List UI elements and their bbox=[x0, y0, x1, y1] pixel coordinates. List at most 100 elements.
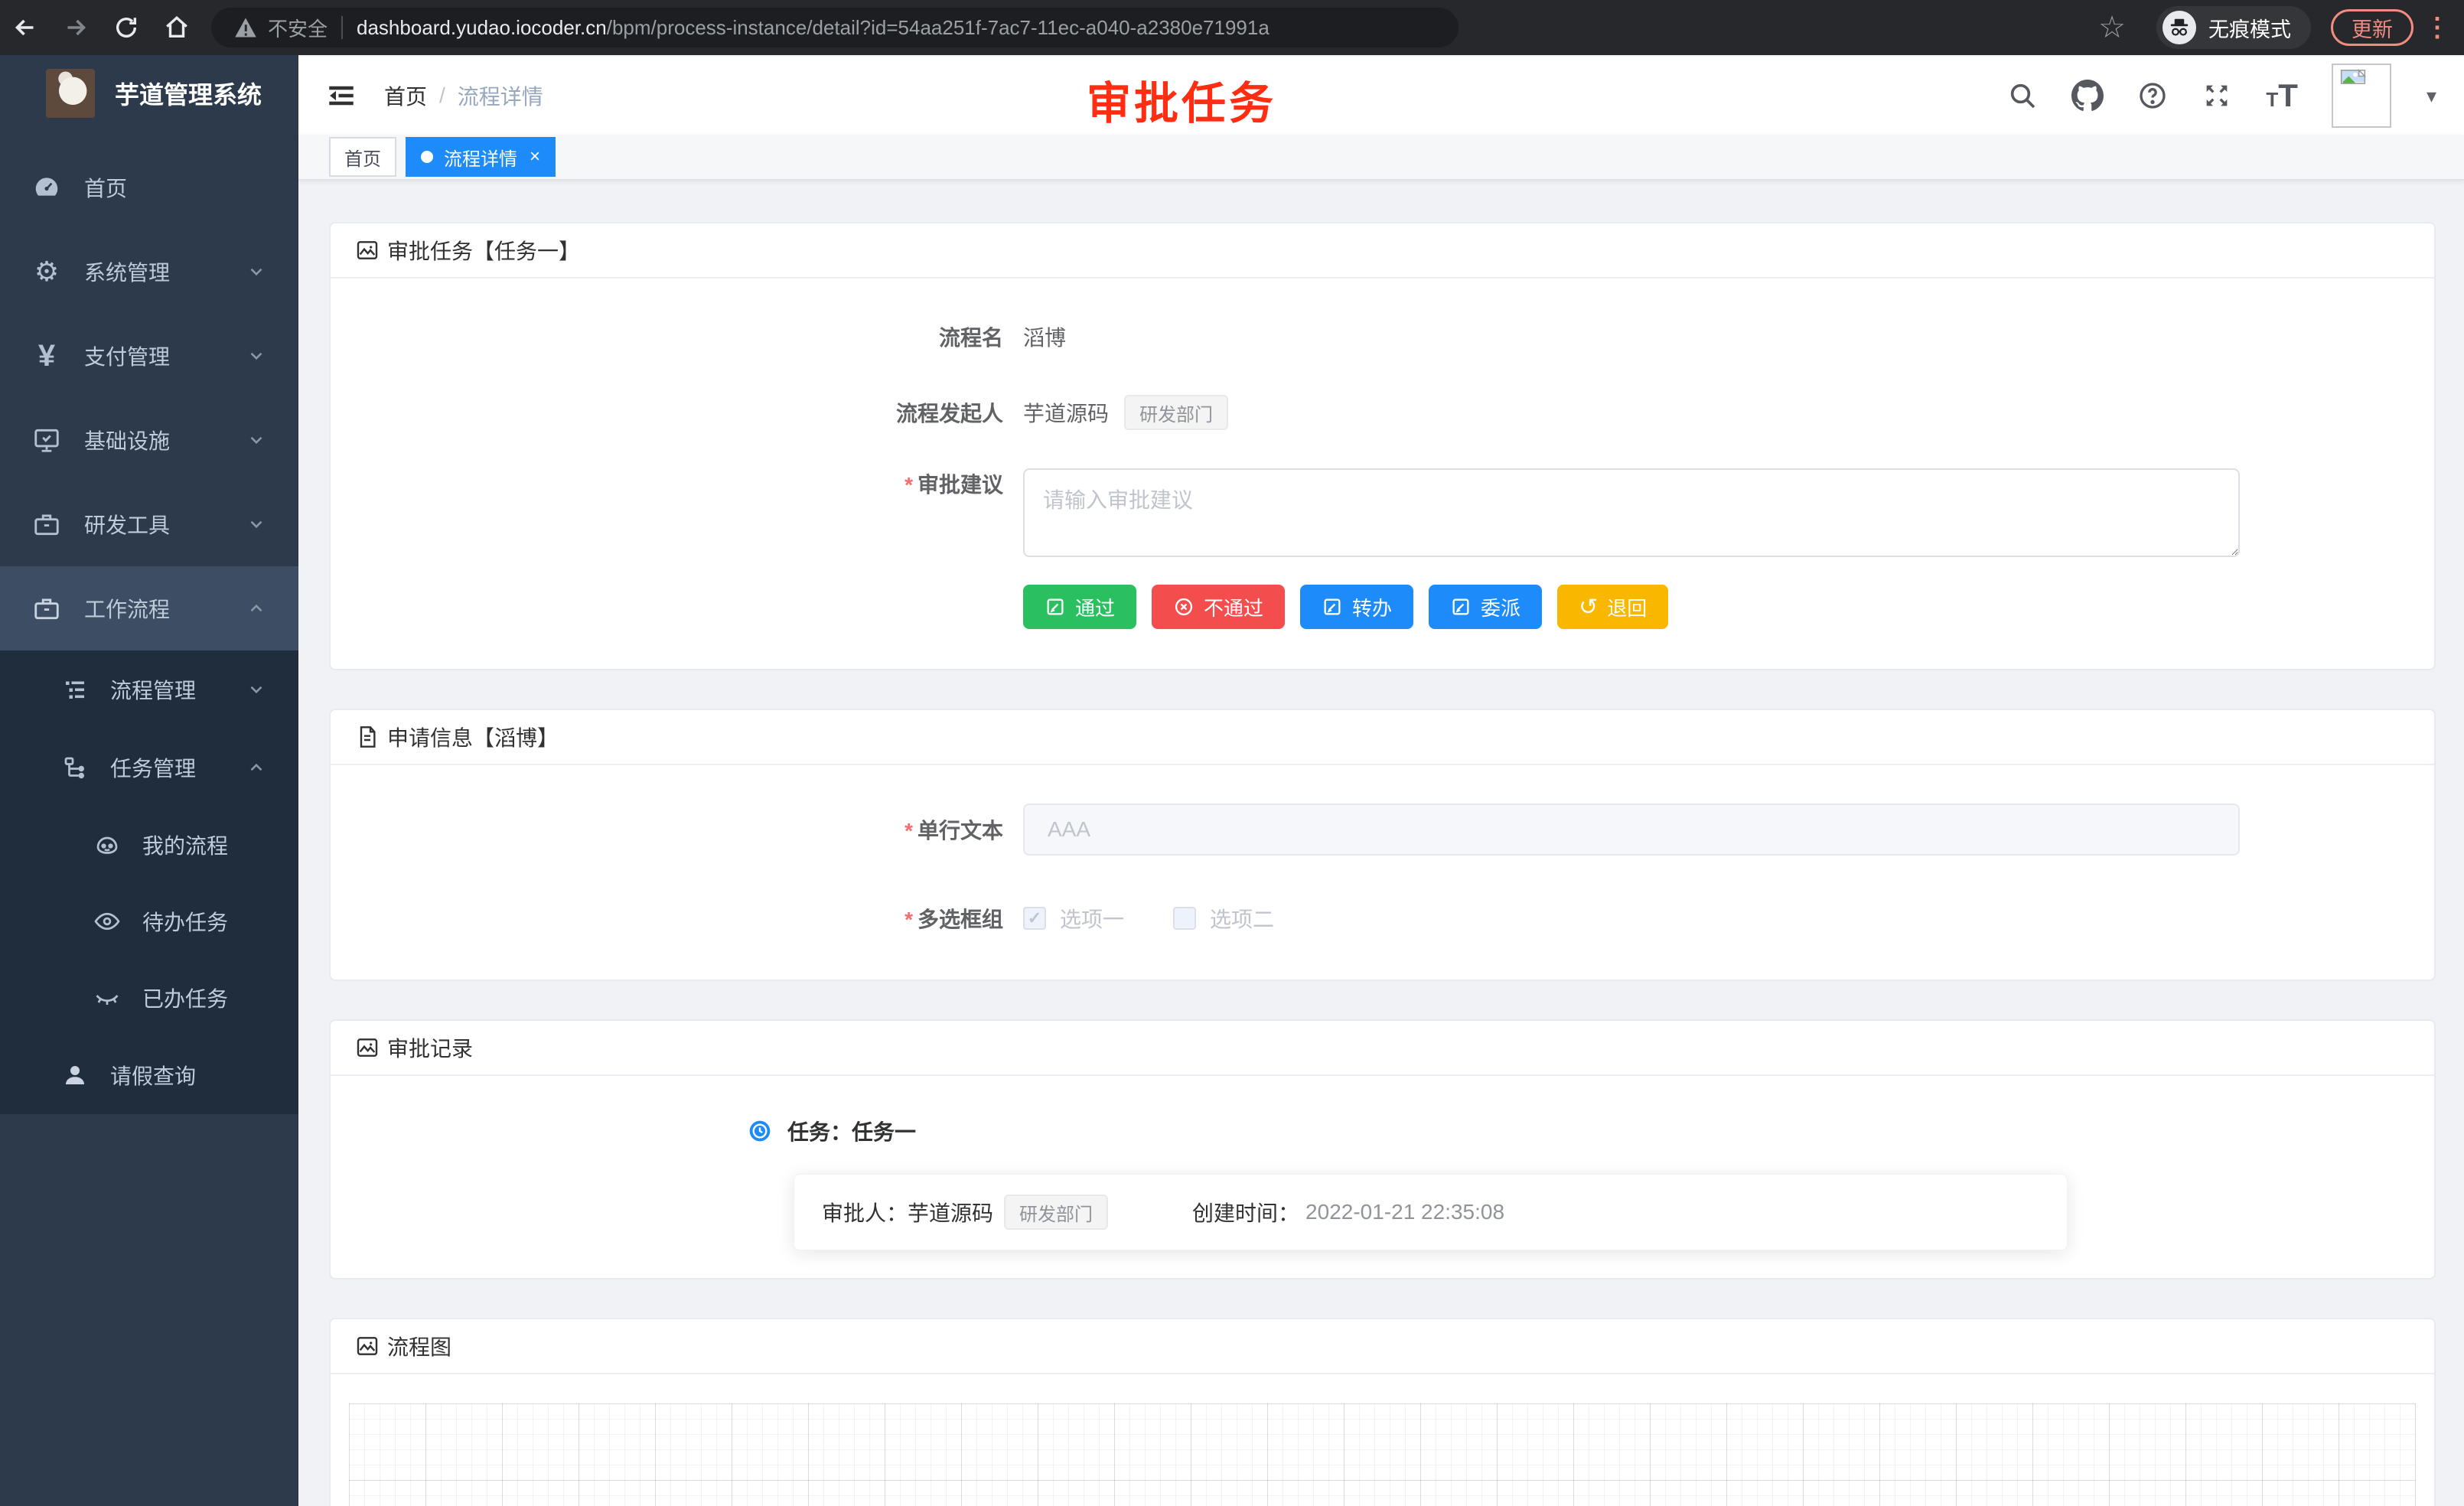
sidebar-item-label: 首页 bbox=[84, 172, 127, 203]
chevron-up-icon bbox=[246, 598, 266, 618]
process-name-label: 流程名 bbox=[331, 321, 1023, 352]
card-title: 审批任务【任务一】 bbox=[387, 235, 580, 266]
sidebar-item-system[interactable]: ⚙ 系统管理 bbox=[0, 230, 298, 314]
card-title: 申请信息【滔博】 bbox=[387, 722, 559, 752]
diagram-card-header: 流程图 bbox=[331, 1319, 2434, 1374]
security-label[interactable]: 不安全 bbox=[268, 14, 328, 42]
sidebar-item-task-mgmt[interactable]: 任务管理 bbox=[0, 729, 298, 807]
breadcrumb-current: 流程详情 bbox=[458, 80, 543, 111]
main-content: 审批任务【任务一】 流程名 滔博 流程发起人 芋道源码 研发部门 *审批建议 bbox=[298, 181, 2464, 1506]
suggestion-textarea[interactable] bbox=[1023, 468, 2240, 557]
circle-close-icon bbox=[1173, 596, 1195, 618]
return-button[interactable]: ↺ 退回 bbox=[1557, 585, 1668, 629]
card-title: 审批记录 bbox=[387, 1032, 473, 1063]
sidebar: 芋道管理系统 首页 ⚙ 系统管理 ¥ 支付管理 基础设施 研发工具 工 bbox=[0, 55, 298, 1506]
created-label: 创建时间： bbox=[1192, 1197, 1299, 1227]
user-icon bbox=[61, 1061, 89, 1089]
help-icon[interactable] bbox=[2137, 80, 2168, 111]
approve-button[interactable]: 通过 bbox=[1023, 585, 1136, 629]
tab-dot bbox=[421, 151, 433, 163]
sidebar-item-process-mgmt[interactable]: 流程管理 bbox=[0, 650, 298, 729]
tab-close-icon[interactable]: × bbox=[530, 146, 540, 168]
breadcrumb-home[interactable]: 首页 bbox=[384, 80, 427, 111]
sidebar-item-my-process[interactable]: 我的流程 bbox=[0, 807, 298, 883]
sidebar-item-payment[interactable]: ¥ 支付管理 bbox=[0, 314, 298, 398]
face-icon bbox=[93, 831, 121, 859]
avatar[interactable] bbox=[2332, 64, 2391, 128]
sidebar-item-workflow[interactable]: 工作流程 bbox=[0, 566, 298, 650]
sidebar-item-todo-tasks[interactable]: 待办任务 bbox=[0, 883, 298, 960]
bookmark-star-icon[interactable]: ☆ bbox=[2098, 10, 2126, 45]
tab-process-detail[interactable]: 流程详情 × bbox=[406, 137, 556, 177]
toolbox-icon bbox=[32, 510, 61, 539]
back-icon[interactable] bbox=[0, 0, 51, 55]
reject-button[interactable]: 不通过 bbox=[1152, 585, 1285, 629]
bpmn-canvas[interactable] bbox=[349, 1403, 2416, 1506]
org-tree-icon bbox=[61, 754, 89, 781]
fullscreen-icon[interactable] bbox=[2202, 80, 2232, 111]
sidebar-item-done-tasks[interactable]: 已办任务 bbox=[0, 960, 298, 1036]
apply-info-card: 申请信息【滔博】 *单行文本 AAA *多选框组 ✓ 选项一 ✓ 选项二 bbox=[329, 709, 2436, 981]
clock-icon bbox=[748, 1119, 772, 1143]
initiator-label: 流程发起人 bbox=[331, 397, 1023, 428]
broken-image-icon bbox=[2335, 67, 2371, 103]
chevron-down-icon bbox=[246, 346, 266, 366]
picture-icon bbox=[355, 1334, 380, 1358]
home-icon[interactable] bbox=[152, 0, 202, 55]
picture-icon bbox=[355, 238, 380, 262]
update-button[interactable]: 更新 bbox=[2331, 9, 2413, 46]
checkbox-icon: ✓ bbox=[1173, 907, 1196, 930]
dept-tag: 研发部门 bbox=[1124, 395, 1228, 430]
caret-down-icon[interactable]: ▾ bbox=[2427, 84, 2436, 108]
app-logo[interactable]: 芋道管理系统 bbox=[0, 55, 298, 132]
incognito-label: 无痕模式 bbox=[2208, 13, 2291, 43]
forward-icon[interactable] bbox=[51, 0, 101, 55]
approval-card-header: 审批任务【任务一】 bbox=[331, 223, 2434, 279]
reload-icon[interactable] bbox=[101, 0, 152, 55]
gear-icon: ⚙ bbox=[32, 256, 61, 288]
created-value: 2022-01-21 22:35:08 bbox=[1305, 1200, 1504, 1224]
github-icon[interactable] bbox=[2071, 80, 2104, 112]
tags-view: 首页 流程详情 × bbox=[298, 135, 2464, 181]
checkbox-option-1[interactable]: ✓ 选项一 bbox=[1023, 903, 1124, 934]
process-name-value: 滔博 bbox=[1023, 321, 1066, 352]
omnibox-divider bbox=[341, 16, 343, 39]
search-icon[interactable] bbox=[2007, 80, 2038, 111]
url-text[interactable]: dashboard.yudao.iocoder.cn/bpm/process-i… bbox=[357, 16, 1269, 40]
sidebar-item-devtools[interactable]: 研发工具 bbox=[0, 482, 298, 566]
font-size-icon[interactable]: TT bbox=[2266, 77, 2298, 114]
sidebar-item-home[interactable]: 首页 bbox=[0, 145, 298, 230]
process-diagram-card: 流程图 bbox=[329, 1318, 2436, 1506]
eye-icon bbox=[93, 908, 121, 935]
card-title: 流程图 bbox=[387, 1331, 451, 1361]
edit-icon bbox=[1450, 596, 1472, 618]
dept-tag: 研发部门 bbox=[1004, 1195, 1108, 1230]
apply-card-header: 申请信息【滔博】 bbox=[331, 710, 2434, 765]
record-card-header: 审批记录 bbox=[331, 1021, 2434, 1076]
checkbox-option-2[interactable]: ✓ 选项二 bbox=[1173, 903, 1274, 934]
url-bar[interactable]: 不安全 dashboard.yudao.iocoder.cn/bpm/proce… bbox=[211, 8, 1459, 47]
record-item: 审批人： 芋道源码 研发部门 创建时间： 2022-01-21 22:35:08 bbox=[794, 1174, 2068, 1250]
sidebar-collapse-icon[interactable] bbox=[320, 74, 363, 117]
browser-toolbar: 不安全 dashboard.yudao.iocoder.cn/bpm/proce… bbox=[0, 0, 2464, 55]
chevron-down-icon bbox=[246, 514, 266, 534]
delegate-button[interactable]: 委派 bbox=[1429, 585, 1542, 629]
picture-icon bbox=[355, 1035, 380, 1060]
chevron-down-icon bbox=[246, 680, 266, 699]
browser-menu-icon[interactable]: ⋮ bbox=[2424, 12, 2450, 43]
annotation-approval-task: 审批任务 bbox=[1087, 67, 1276, 132]
approver-label: 审批人： bbox=[822, 1197, 908, 1227]
edit-icon bbox=[1045, 596, 1066, 618]
checkbox-icon: ✓ bbox=[1023, 907, 1046, 930]
transfer-button[interactable]: 转办 bbox=[1300, 585, 1413, 629]
dashboard-icon bbox=[32, 173, 61, 202]
sidebar-item-leave-query[interactable]: 请假查询 bbox=[0, 1036, 298, 1114]
briefcase-icon bbox=[32, 594, 61, 623]
checkbox-group: ✓ 选项一 ✓ 选项二 bbox=[1023, 903, 1323, 934]
task-title: 任务：任务一 bbox=[787, 1116, 916, 1146]
text-field-input[interactable]: AAA bbox=[1023, 804, 2240, 856]
tab-home[interactable]: 首页 bbox=[329, 137, 396, 177]
incognito-icon bbox=[2163, 11, 2196, 44]
sidebar-item-infra[interactable]: 基础设施 bbox=[0, 398, 298, 482]
monitor-icon bbox=[32, 425, 61, 455]
